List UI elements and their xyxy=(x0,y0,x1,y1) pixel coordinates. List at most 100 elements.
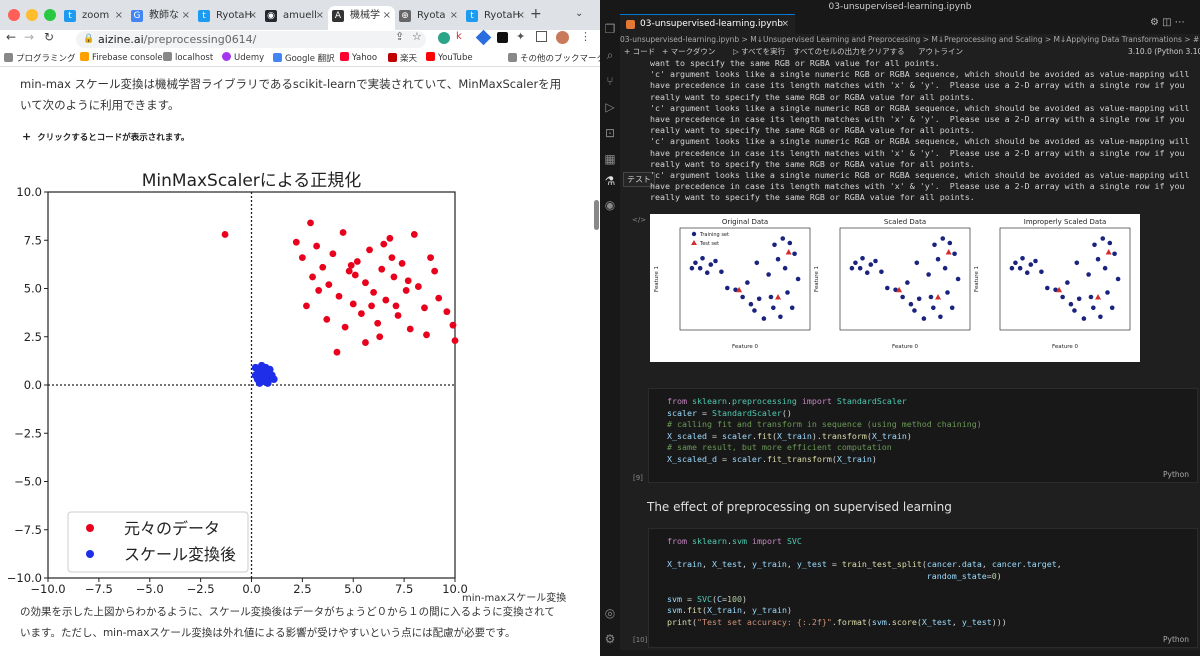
browser-tab-0[interactable]: t zoom × xyxy=(60,6,127,30)
remote-icon[interactable]: ⊡ xyxy=(603,126,617,140)
translate-icon xyxy=(273,53,282,62)
reload-icon[interactable]: ↻ xyxy=(44,30,54,44)
training-point xyxy=(879,269,884,275)
code-cell-9[interactable]: from sklearn.preprocessing import Standa… xyxy=(648,388,1198,483)
subplot-xlabel: Feature 0 xyxy=(732,344,759,350)
training-point xyxy=(1092,242,1097,248)
run-debug-icon[interactable]: ▷ xyxy=(603,100,617,114)
minimize-window-button[interactable] xyxy=(26,9,38,21)
code-expander[interactable]: + クリックするとコードが表示されます。 xyxy=(22,130,189,143)
extension-box-icon[interactable] xyxy=(497,32,508,43)
bookmark-star-icon[interactable]: ☆ xyxy=(412,30,422,43)
cell-10-language[interactable]: Python xyxy=(1163,635,1189,644)
extension-diamond-icon[interactable] xyxy=(475,29,492,46)
editor-actions-icon[interactable]: ⚙ ◫ ⋯ xyxy=(1150,17,1185,28)
extensions-puzzle-icon[interactable]: ✦ xyxy=(516,30,525,43)
close-tab-icon[interactable]: × xyxy=(182,6,190,26)
bookmark-yahoo[interactable]: Yahoo xyxy=(340,52,377,63)
close-tab-icon[interactable]: × xyxy=(450,6,458,26)
bookmark-localhost[interactable]: localhost xyxy=(163,52,213,63)
browser-tab-3[interactable]: ◉ amuell × xyxy=(261,6,328,30)
browser-tab-2[interactable]: t RyotaH × xyxy=(194,6,261,30)
breadcrumb[interactable]: 03-unsupervised-learning.ipynb > M↓Unsup… xyxy=(620,34,1200,46)
back-icon[interactable]: ← xyxy=(6,30,16,44)
data-point-original xyxy=(349,300,357,308)
training-point xyxy=(949,305,955,311)
add-markdown-button[interactable]: + マークダウン xyxy=(662,46,715,58)
close-tab-icon[interactable]: × xyxy=(781,15,789,34)
browser-tab-5[interactable]: ⊕ Ryota × xyxy=(395,6,462,30)
browser-tab-6[interactable]: t RyotaH × xyxy=(462,6,529,30)
page-scrollbar[interactable] xyxy=(594,200,599,230)
x-tick-label: −5.0 xyxy=(136,582,164,596)
extension-kanji-icon[interactable]: k xyxy=(456,31,462,42)
cell-9-language[interactable]: Python xyxy=(1163,470,1189,479)
browser-tab-1[interactable]: G 教師な × xyxy=(127,6,194,30)
settings-gear-icon[interactable]: ⚙ xyxy=(603,632,617,646)
bookmark-firebase[interactable]: Firebase console xyxy=(80,52,163,63)
side-panel-icon[interactable] xyxy=(536,31,547,42)
data-point-scaled xyxy=(255,379,264,387)
browser-tab-4[interactable]: A 機械学 × xyxy=(328,6,395,30)
search-icon[interactable]: ⌕ xyxy=(603,48,617,62)
bookmark-other[interactable]: その他のブックマーク xyxy=(508,52,600,64)
subplot-ylabel: Feature 1 xyxy=(974,266,980,292)
run-all-button[interactable]: ▷ すべてを実行 xyxy=(733,46,785,58)
close-tab-icon[interactable]: × xyxy=(249,6,257,26)
outline-button[interactable]: アウトライン xyxy=(918,46,963,58)
training-point xyxy=(756,296,762,302)
training-point xyxy=(766,272,771,277)
bookmark-google-translate[interactable]: Google 翻訳 xyxy=(273,52,335,64)
training-point xyxy=(921,316,927,321)
training-point xyxy=(1115,276,1121,282)
training-point xyxy=(1020,256,1025,261)
browser-menu-icon[interactable]: ⋮ xyxy=(580,30,591,43)
explorer-icon[interactable]: ❐ xyxy=(603,22,617,36)
training-point xyxy=(926,272,931,277)
close-tab-icon[interactable]: × xyxy=(383,6,391,26)
tab-search-icon[interactable]: ⌄ xyxy=(575,8,583,19)
training-point xyxy=(689,265,695,271)
maximize-window-button[interactable] xyxy=(44,9,56,21)
extension-grammarly-icon[interactable] xyxy=(438,32,450,44)
testing-icon[interactable]: ⚗ xyxy=(603,174,617,188)
data-point-original xyxy=(347,261,355,269)
clear-outputs-button[interactable]: すべてのセルの出力をクリアする xyxy=(793,46,905,58)
code-cell-10[interactable]: from sklearn.svm import SVC X_train, X_t… xyxy=(648,528,1198,648)
share-icon[interactable]: ⇪ xyxy=(395,30,404,43)
new-tab-button[interactable]: + xyxy=(530,6,542,22)
url-field[interactable]: 🔒 aizine.ai/preprocessing0614/ xyxy=(76,31,426,48)
bookmark-udemy[interactable]: Udemy xyxy=(222,52,264,63)
cell-10-source[interactable]: from sklearn.svm import SVC X_train, X_t… xyxy=(667,536,1062,628)
output-menu-icon[interactable]: </> xyxy=(632,216,646,224)
add-code-button[interactable]: + コード xyxy=(624,46,655,58)
docker-icon[interactable]: ◉ xyxy=(603,198,617,212)
browser-tab-label: Ryota xyxy=(417,10,446,21)
source-control-icon[interactable]: ⑂ xyxy=(603,74,617,88)
x-tick-label: 2.5 xyxy=(293,582,311,596)
close-window-button[interactable] xyxy=(8,9,20,21)
close-tab-icon[interactable]: × xyxy=(115,6,123,26)
chart-title: MinMaxScalerによる正規化 xyxy=(142,171,362,191)
account-icon[interactable]: ◎ xyxy=(603,606,617,620)
training-point xyxy=(1098,314,1103,320)
twitter-icon: t xyxy=(466,10,478,22)
cell-9-source[interactable]: from sklearn.preprocessing import Standa… xyxy=(667,396,982,465)
tab-notebook[interactable]: 03-unsupervised-learning.ipynb × xyxy=(620,14,795,34)
close-tab-icon[interactable]: × xyxy=(316,6,324,26)
training-point xyxy=(1112,251,1117,257)
training-point xyxy=(940,236,946,241)
bookmark-rakuten[interactable]: 楽天 xyxy=(388,52,417,64)
data-point-original xyxy=(421,304,428,312)
kernel-picker[interactable]: 3.10.0 (Python 3.10.0) xyxy=(1128,46,1200,58)
training-point xyxy=(719,269,724,275)
extensions-icon[interactable]: ▦ xyxy=(603,152,617,166)
browser-window: t zoom × G 教師な × t RyotaH × ◉ amuell × A 機械学 × ⊕ Ryota × t… xyxy=(0,0,600,656)
y-tick-label: −2.5 xyxy=(14,426,42,440)
close-tab-icon[interactable]: × xyxy=(517,6,525,26)
bookmark-youtube[interactable]: YouTube xyxy=(426,52,473,63)
bookmark-programming[interactable]: プログラミング xyxy=(4,52,76,64)
forward-icon[interactable]: → xyxy=(24,30,34,44)
profile-avatar[interactable] xyxy=(556,31,569,44)
training-point xyxy=(931,305,936,311)
